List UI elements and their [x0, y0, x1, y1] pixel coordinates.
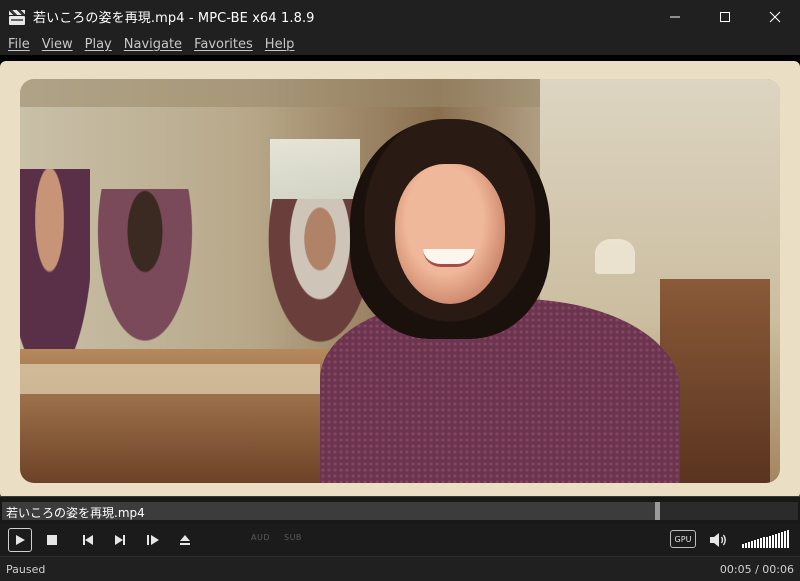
- volume-bar: [751, 541, 753, 548]
- window-controls: [650, 0, 800, 33]
- clapperboard-icon[interactable]: [9, 9, 25, 25]
- minimize-icon: [670, 16, 680, 17]
- minimize-button[interactable]: [650, 0, 700, 33]
- volume-bar: [784, 531, 786, 548]
- frame-step-button[interactable]: [141, 528, 165, 552]
- playback-controls: AUD SUB GPU: [0, 524, 800, 556]
- volume-bar: [781, 532, 783, 548]
- video-frame: [0, 61, 800, 496]
- volume-bar: [757, 539, 759, 548]
- volume-bar: [769, 536, 771, 548]
- eject-button[interactable]: [173, 528, 197, 552]
- volume-bar: [745, 543, 747, 548]
- volume-bar: [763, 537, 765, 548]
- menu-help[interactable]: Help: [260, 37, 300, 52]
- video-image: [20, 79, 780, 483]
- maximize-icon: [720, 11, 730, 22]
- menu-favorites[interactable]: Favorites: [189, 37, 258, 52]
- audio-track-badge[interactable]: AUD: [251, 533, 270, 542]
- volume-button[interactable]: [708, 531, 728, 549]
- close-icon: [769, 11, 781, 22]
- seek-thumb[interactable]: [655, 502, 660, 520]
- menu-bar: File View Play Navigate Favorites Help: [0, 33, 800, 55]
- window-title: 若いころの姿を再現.mp4 - MPC-BE x64 1.8.9: [33, 11, 315, 26]
- next-icon: [115, 535, 125, 545]
- previous-button[interactable]: [76, 528, 100, 552]
- maximize-button[interactable]: [700, 0, 750, 33]
- volume-bar: [766, 537, 768, 548]
- frame-step-icon: [147, 535, 159, 545]
- speaker-icon: [710, 533, 726, 547]
- eject-icon: [180, 535, 190, 545]
- play-icon: [16, 535, 25, 545]
- status-bar: Paused 00:05 / 00:06: [0, 556, 800, 581]
- next-button[interactable]: [108, 528, 132, 552]
- play-button[interactable]: [8, 528, 32, 552]
- menu-navigate[interactable]: Navigate: [119, 37, 187, 52]
- previous-icon: [83, 535, 93, 545]
- title-bar: 若いころの姿を再現.mp4 - MPC-BE x64 1.8.9: [0, 0, 800, 33]
- volume-bar: [760, 538, 762, 548]
- seek-bar[interactable]: 若いころの姿を再現.mp4: [0, 496, 800, 524]
- seek-filename: 若いころの姿を再現.mp4: [6, 506, 145, 520]
- menu-play[interactable]: Play: [80, 37, 117, 52]
- volume-slider[interactable]: [742, 530, 790, 548]
- stop-icon: [47, 535, 57, 545]
- playback-state: Paused: [6, 563, 46, 576]
- menu-file[interactable]: File: [3, 37, 35, 52]
- volume-bar: [754, 540, 756, 548]
- volume-bar: [775, 534, 777, 548]
- menu-view[interactable]: View: [37, 37, 78, 52]
- gpu-button[interactable]: GPU: [670, 530, 696, 548]
- volume-bar: [772, 535, 774, 548]
- volume-bar: [787, 530, 789, 548]
- video-area[interactable]: [0, 55, 800, 496]
- time-display: 00:05 / 00:06: [719, 563, 794, 576]
- volume-bar: [748, 542, 750, 548]
- close-button[interactable]: [750, 0, 800, 33]
- volume-bar: [742, 544, 744, 548]
- subtitle-track-badge[interactable]: SUB: [284, 533, 302, 542]
- stop-button[interactable]: [40, 528, 64, 552]
- volume-bar: [778, 533, 780, 548]
